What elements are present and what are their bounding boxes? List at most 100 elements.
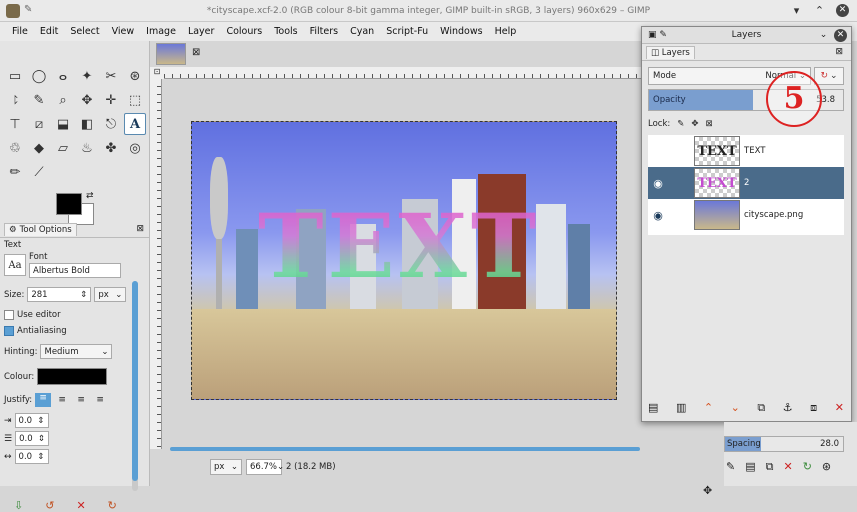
tool-button-0[interactable]: ▭	[4, 65, 26, 87]
indent-stepper-icon[interactable]: ⇕	[37, 416, 44, 426]
tool-button-12[interactable]: ⊤	[4, 113, 26, 135]
delete-layer-icon[interactable]: ✕	[835, 401, 844, 415]
duplicate-layer-icon[interactable]: ⧉	[757, 401, 765, 415]
reset-options-icon[interactable]: ↻	[108, 499, 117, 512]
justify-left-icon[interactable]: ≡	[35, 393, 52, 407]
size-unit-select[interactable]: px ⌄	[94, 287, 127, 302]
use-editor-checkbox[interactable]	[4, 310, 14, 320]
tool-options-scrollbar[interactable]	[132, 281, 138, 491]
tool-button-7[interactable]: ✎	[28, 89, 50, 111]
tool-button-3[interactable]: ✦	[76, 65, 98, 87]
justify-right-icon[interactable]: ≡	[54, 395, 70, 405]
lock-position-icon[interactable]: ✥	[691, 119, 698, 129]
size-stepper-icon[interactable]: ⇕	[80, 290, 87, 300]
composite-mode-select[interactable]: ↻ ⌄	[814, 67, 844, 85]
brush-menu-icon[interactable]: ⊛	[822, 460, 831, 474]
maximize-button[interactable]: ⌃	[813, 4, 826, 17]
layers-tab-close-icon[interactable]: ⊠	[835, 47, 843, 57]
merge-layer-icon[interactable]: ⧈	[810, 401, 817, 415]
menu-help[interactable]: Help	[489, 26, 523, 37]
tool-button-20[interactable]: ▱	[52, 137, 74, 159]
justify-fill-icon[interactable]: ≡	[92, 395, 108, 405]
tool-button-5[interactable]: ⊛	[124, 65, 146, 87]
antialiasing-checkbox[interactable]	[4, 326, 14, 336]
anchor-layer-icon[interactable]: ⚓	[783, 401, 793, 415]
canvas-horizontal-scrollbar[interactable]	[170, 447, 640, 451]
horizontal-ruler[interactable]	[164, 67, 643, 79]
visibility-eye-icon[interactable]: ◉	[650, 209, 666, 222]
swap-colors-icon[interactable]: ⇄	[86, 191, 94, 201]
lock-alpha-icon[interactable]: ⊠	[706, 119, 713, 129]
image-canvas[interactable]: TEXT	[191, 121, 617, 400]
image-tab-thumbnail[interactable]	[156, 43, 186, 65]
menu-cyan[interactable]: Cyan	[344, 26, 380, 37]
menu-image[interactable]: Image	[140, 26, 182, 37]
layer-row-selected[interactable]: ◉ TEXT 2	[648, 167, 844, 199]
tool-button-2[interactable]: ⴰ	[52, 65, 74, 87]
tool-button-9[interactable]: ✥	[76, 89, 98, 111]
tool-button-4[interactable]: ✂	[100, 65, 122, 87]
hinting-select[interactable]: Medium ⌄	[40, 344, 113, 359]
menu-tools[interactable]: Tools	[268, 26, 303, 37]
foreground-color-swatch[interactable]	[56, 193, 82, 215]
save-options-icon[interactable]: ⇩	[14, 499, 23, 512]
tool-button-16[interactable]: ⎋	[100, 113, 122, 135]
layers-minimize-button[interactable]: ⌄	[817, 29, 830, 42]
close-button[interactable]: ✕	[836, 4, 849, 17]
layer-row[interactable]: TEXT TEXT	[648, 135, 844, 167]
tool-button-18[interactable]: ♲	[4, 137, 26, 159]
tool-button-1[interactable]: ◯	[28, 65, 50, 87]
tool-button-17[interactable]: A	[124, 113, 146, 135]
delete-brush-icon[interactable]: ✕	[783, 460, 792, 474]
tool-button-10[interactable]: ✛	[100, 89, 122, 111]
text-colour-button[interactable]	[37, 368, 108, 385]
menu-edit[interactable]: Edit	[34, 26, 64, 37]
menu-script-fu[interactable]: Script-Fu	[380, 26, 434, 37]
menu-filters[interactable]: Filters	[304, 26, 344, 37]
scrollbar-thumb[interactable]	[132, 281, 138, 481]
tab-close-icon[interactable]: ⊠	[136, 224, 144, 234]
new-layer-icon[interactable]: ▤	[648, 401, 658, 415]
layer-row[interactable]: ◉ cityscape.png	[648, 199, 844, 231]
duplicate-brush-icon[interactable]: ⧉	[766, 460, 774, 474]
minimize-button[interactable]: ▾	[790, 4, 803, 17]
tool-button-14[interactable]: ⬓	[52, 113, 74, 135]
new-layer-group-icon[interactable]: ▥	[676, 401, 686, 415]
visibility-eye-icon[interactable]: ◉	[650, 177, 666, 190]
lower-layer-icon[interactable]: ⌄	[731, 401, 740, 415]
line-spacing-field[interactable]: 0.0 ⇕	[15, 431, 50, 446]
font-field[interactable]: Albertus Bold	[29, 263, 121, 278]
ruler-corner-icon[interactable]: ⊡	[150, 67, 164, 79]
edit-brush-icon[interactable]: ✎	[726, 460, 735, 474]
tool-button-6[interactable]: ⥏	[4, 89, 26, 111]
delete-options-icon[interactable]: ✕	[76, 499, 85, 512]
lock-pixels-icon[interactable]: ✎	[677, 119, 684, 129]
menu-colours[interactable]: Colours	[220, 26, 268, 37]
spacing-slider[interactable]: Spacing 28.0	[724, 436, 844, 452]
new-brush-icon[interactable]: ▤	[745, 460, 755, 474]
vertical-ruler[interactable]	[150, 79, 162, 449]
unit-select[interactable]: px ⌄	[210, 459, 242, 475]
tab-tool-options[interactable]: ⚙ Tool Options	[4, 223, 77, 236]
tool-button-23[interactable]: ◎	[124, 137, 146, 159]
tool-button-13[interactable]: ⧄	[28, 113, 50, 135]
refresh-brushes-icon[interactable]: ↻	[803, 460, 812, 474]
tool-button-24[interactable]: ✏	[4, 161, 26, 183]
menu-layer[interactable]: Layer	[182, 26, 221, 37]
menu-file[interactable]: File	[6, 26, 34, 37]
menu-select[interactable]: Select	[64, 26, 105, 37]
tool-button-19[interactable]: ◆	[28, 137, 50, 159]
tool-button-25[interactable]: ⟋	[28, 161, 50, 183]
zoom-select[interactable]: 66.7% ⌄	[246, 459, 284, 475]
restore-options-icon[interactable]: ↺	[45, 499, 54, 512]
image-tab-close-icon[interactable]: ⊠	[192, 47, 200, 58]
font-preview-button[interactable]: Aa	[4, 254, 26, 276]
raise-layer-icon[interactable]: ⌃	[704, 401, 713, 415]
tool-button-11[interactable]: ⬚	[124, 89, 146, 111]
layers-close-button[interactable]: ✕	[834, 29, 847, 42]
tool-button-22[interactable]: ✤	[100, 137, 122, 159]
letter-spacing-field[interactable]: 0.0 ⇕	[14, 449, 49, 464]
tool-button-21[interactable]: ♨	[76, 137, 98, 159]
justify-center-icon[interactable]: ≡	[73, 395, 89, 405]
tool-button-15[interactable]: ◧	[76, 113, 98, 135]
